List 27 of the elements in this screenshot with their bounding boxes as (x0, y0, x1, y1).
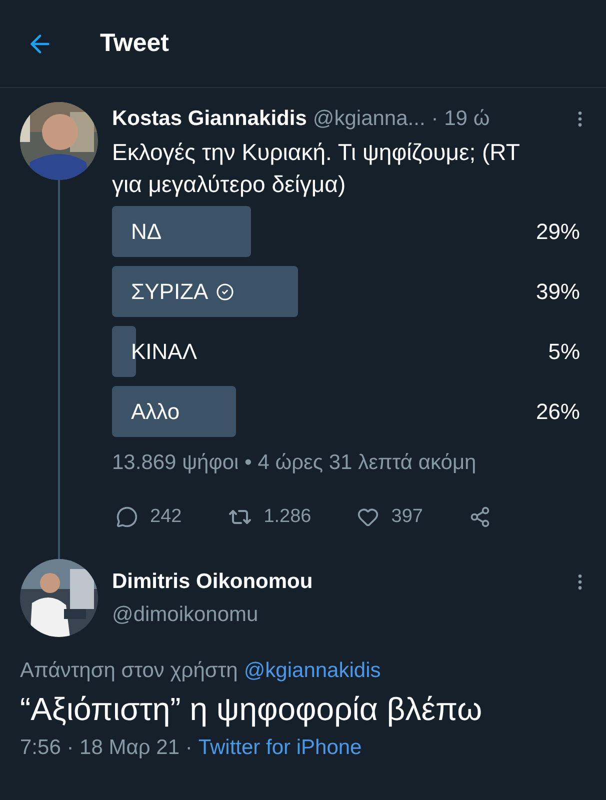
heart-icon (357, 506, 380, 528)
header-title: Tweet (100, 29, 169, 58)
source-link[interactable]: Twitter for iPhone (198, 736, 362, 760)
author-handle: @dimoikonomu (112, 603, 258, 626)
reply-button[interactable]: 242 (116, 506, 182, 528)
author-name: Dimitris Oikonomou (112, 570, 313, 594)
speech-bubble-icon (116, 506, 138, 528)
poll-percent: 39% (536, 278, 581, 304)
mention-link[interactable]: @kgiannakidis (244, 659, 381, 683)
poll-option: Αλλο (131, 398, 180, 424)
poll-percent: 26% (536, 398, 581, 424)
author-name: Kostas Giannakidis (112, 107, 307, 131)
poll-option: ΚΙΝΑΛ (131, 338, 198, 364)
poll-percent: 29% (536, 218, 581, 244)
poll-summary: 13.869 ψήφοι • 4 ώρες 31 λεπτά ακόμη (112, 451, 476, 474)
poll-option: ΣΥΡΙΖΑ (131, 278, 208, 304)
poll-percent: 5% (548, 338, 581, 364)
tweet-text: Εκλογές την Κυριακή. Τι ψηφίζουμε; (RT για μεγαλύτερο δείγμα) (112, 138, 520, 199)
author-handle: @kgianna... (312, 107, 426, 131)
retweet-button[interactable]: 1.286 (228, 505, 312, 529)
reply-text: “Αξιόπιστη” η ψηφοφορία βλέπω (20, 691, 484, 728)
poll-option: ΝΔ (131, 218, 162, 244)
reply-context: Απάντηση στον χρήστη (20, 659, 238, 683)
tweet-time: · 19 ώ (431, 107, 490, 131)
share-icon[interactable] (468, 506, 491, 528)
like-button[interactable]: 397 (357, 506, 423, 528)
tweet-timestamp: 7:56 · 18 Μαρ 21 · (20, 736, 192, 760)
